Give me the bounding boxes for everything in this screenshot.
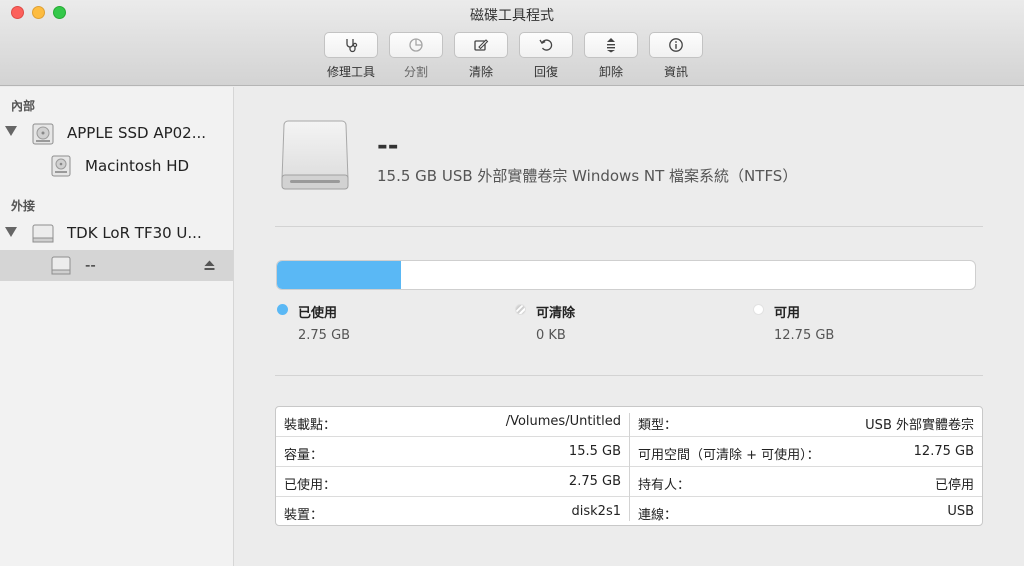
legend-purgeable-label: 可清除: [536, 306, 576, 321]
unmount-icon: [607, 38, 615, 53]
info-column-left: 裝載點： /Volumes/Untitled 容量： 15.5 GB 已使用： …: [276, 407, 629, 527]
info-value: disk2s1: [571, 504, 621, 519]
info-table: 裝載點： /Volumes/Untitled 容量： 15.5 GB 已使用： …: [275, 406, 983, 526]
info-value: USB: [947, 504, 974, 519]
info-value: 已停用: [934, 478, 974, 493]
pie-chart-icon: [409, 38, 423, 52]
partition-button[interactable]: 分割: [389, 32, 443, 80]
sidebar-item-label: TDK LoR TF30 U...: [67, 224, 202, 242]
sidebar-item-label: APPLE SSD AP02...: [67, 124, 207, 142]
sidebar-section-internal: 內部: [11, 99, 36, 113]
erase-button[interactable]: 清除: [454, 32, 508, 80]
legend-used-label: 已使用: [298, 306, 338, 321]
info-key: 可用空間（可清除 + 可使用）：: [638, 448, 820, 463]
sidebar-item-tdk-drive[interactable]: TDK LoR TF30 U...: [0, 218, 233, 249]
info-key: 容量：: [284, 448, 324, 463]
legend-used-value: 2.75 GB: [298, 328, 351, 343]
disclosure-triangle-icon[interactable]: [5, 227, 17, 237]
volume-description: 15.5 GB USB 外部實體卷宗 Windows NT 檔案系統（NTFS）: [377, 167, 798, 185]
info-row: 裝置： disk2s1: [276, 497, 629, 527]
info-key: 類型：: [638, 418, 678, 433]
stethoscope-icon: [346, 39, 358, 53]
first-aid-button-face[interactable]: [324, 32, 378, 58]
sidebar-item-label: --: [85, 256, 96, 274]
sidebar-item-label: Macintosh HD: [85, 157, 190, 175]
disclosure-triangle-icon[interactable]: [5, 126, 17, 136]
main-panel: -- 15.5 GB USB 外部實體卷宗 Windows NT 檔案系統（NT…: [235, 87, 1024, 566]
legend-purgeable-dot: [515, 304, 526, 315]
unmount-button-face[interactable]: [584, 32, 638, 58]
legend-available-value: 12.75 GB: [774, 328, 835, 343]
legend-purgeable-value: 0 KB: [536, 328, 566, 343]
partition-button-face[interactable]: [389, 32, 443, 58]
restore-label: 回復: [533, 65, 558, 79]
info-value: 15.5 GB: [568, 444, 621, 459]
legend-available-label: 可用: [774, 306, 801, 321]
restore-button-face[interactable]: [519, 32, 573, 58]
info-row: 連線： USB: [630, 497, 982, 527]
info-row: 容量： 15.5 GB: [276, 437, 629, 467]
volume-name: --: [377, 131, 399, 161]
info-value: 2.75 GB: [568, 474, 621, 489]
sidebar-item-macintosh-hd[interactable]: Macintosh HD: [0, 150, 233, 181]
info-row: 類型： USB 外部實體卷宗: [630, 407, 982, 437]
external-disk-icon: [32, 224, 54, 243]
legend-available-dot: [753, 304, 764, 315]
info-row: 持有人： 已停用: [630, 467, 982, 497]
info-button-face[interactable]: [649, 32, 703, 58]
divider: [275, 375, 983, 376]
sidebar-item-apple-ssd[interactable]: APPLE SSD AP02...: [0, 117, 233, 148]
volume-icon: [51, 256, 71, 275]
sidebar-section-external: 外接: [11, 199, 36, 213]
legend-used-dot: [277, 304, 288, 315]
erase-button-face[interactable]: [454, 32, 508, 58]
unmount-label: 卸除: [598, 65, 623, 79]
sidebar: 內部 APPLE SSD AP02... Macintosh HD 外接 TDK…: [0, 87, 234, 566]
info-row: 裝載點： /Volumes/Untitled: [276, 407, 629, 437]
usage-bar-used-fill: [277, 261, 401, 289]
info-column-right: 類型： USB 外部實體卷宗 可用空間（可清除 + 可使用）： 12.75 GB…: [630, 407, 982, 527]
large-external-disk-icon: [281, 120, 349, 190]
eject-icon[interactable]: [204, 260, 215, 271]
usage-bar: [276, 260, 976, 290]
info-row: 已使用： 2.75 GB: [276, 467, 629, 497]
volume-icon: [51, 155, 71, 177]
first-aid-button[interactable]: 修理工具: [324, 32, 378, 80]
title-bar: 磁碟工具程式 修理工具 分割 清除 回復 卸除 資訊: [0, 0, 1024, 86]
erase-label: 清除: [468, 65, 493, 79]
internal-disk-icon: [32, 123, 54, 145]
partition-label: 分割: [403, 65, 428, 79]
info-value: USB 外部實體卷宗: [865, 418, 974, 433]
info-value: /Volumes/Untitled: [505, 414, 621, 429]
info-key: 持有人：: [638, 478, 691, 493]
info-label: 資訊: [663, 65, 688, 79]
erase-icon: [474, 39, 489, 51]
info-button[interactable]: 資訊: [649, 32, 703, 80]
sidebar-item-volume-untitled[interactable]: --: [0, 250, 233, 281]
restore-icon: [539, 39, 553, 51]
info-key: 裝載點：: [284, 418, 337, 433]
info-icon: [669, 38, 683, 52]
info-row: 可用空間（可清除 + 可使用）： 12.75 GB: [630, 437, 982, 467]
info-key: 已使用：: [284, 478, 337, 493]
info-key: 連線：: [638, 508, 678, 523]
divider: [275, 226, 983, 227]
first-aid-label: 修理工具: [326, 65, 375, 79]
info-key: 裝置：: [284, 508, 324, 523]
info-value: 12.75 GB: [913, 444, 974, 459]
window-title: 磁碟工具程式: [470, 8, 554, 24]
unmount-button[interactable]: 卸除: [584, 32, 638, 80]
restore-button[interactable]: 回復: [519, 32, 573, 80]
